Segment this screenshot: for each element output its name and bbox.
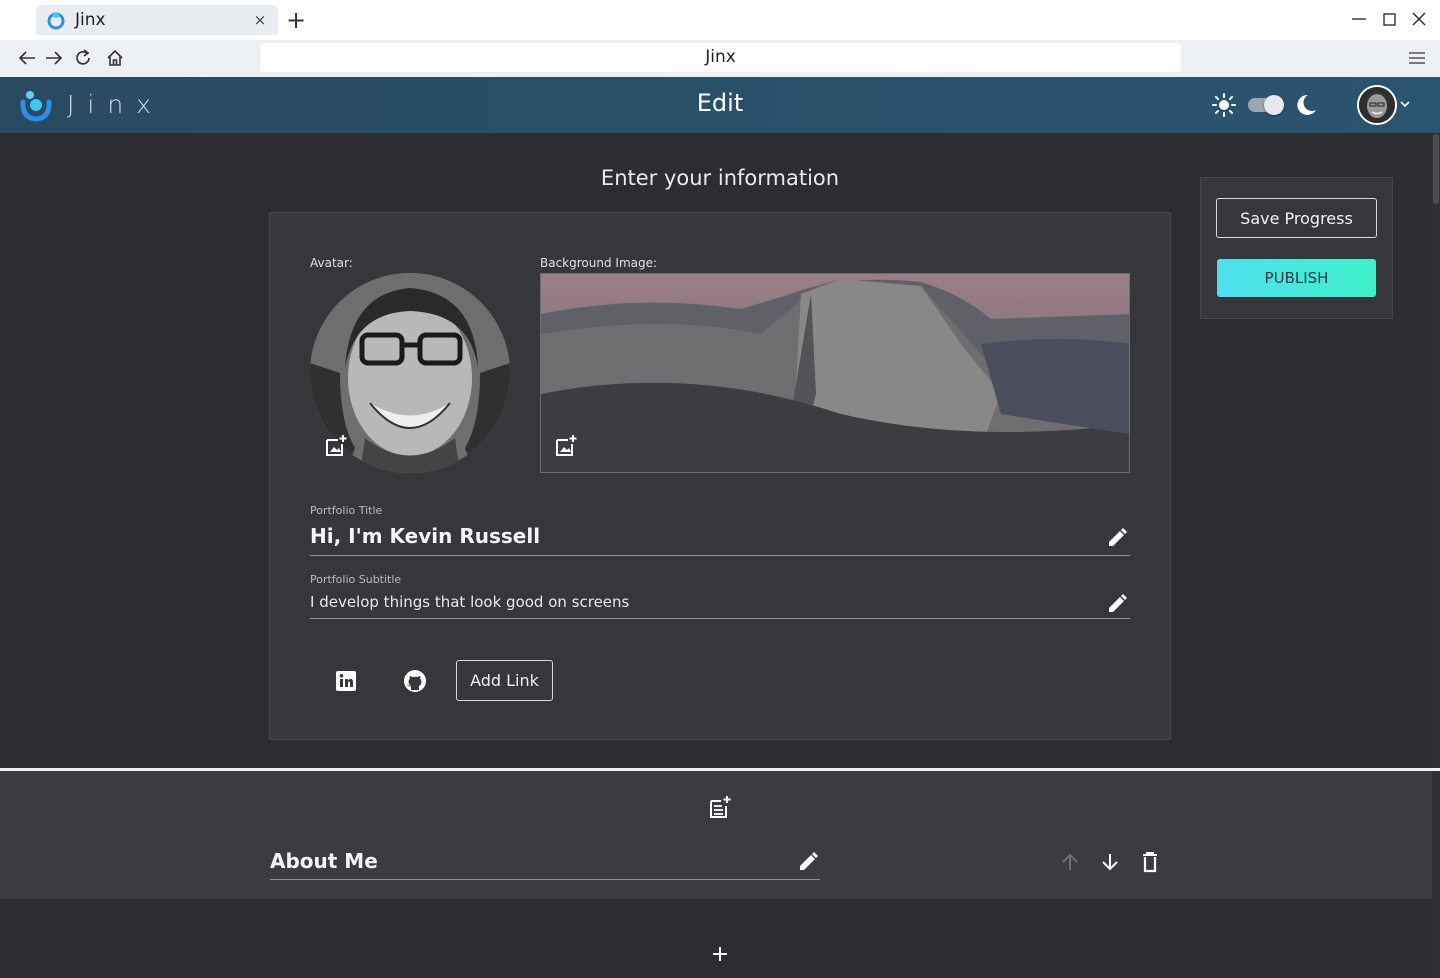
edit-section-pencil-icon[interactable] [797, 851, 819, 873]
section-title-about[interactable]: About Me [270, 849, 378, 873]
back-arrow-icon[interactable] [16, 47, 38, 69]
portfolio-title-label: Portfolio Title [310, 504, 383, 517]
user-avatar[interactable] [1357, 85, 1397, 125]
move-up-arrow-icon[interactable] [1058, 850, 1082, 874]
github-icon[interactable] [402, 668, 428, 694]
avatar-label: Avatar: [310, 256, 353, 270]
jinx-logo-icon[interactable] [18, 88, 54, 124]
toggle-knob [1264, 95, 1284, 115]
portfolio-title-input[interactable]: Hi, I'm Kevin Russell [310, 524, 540, 548]
browser-tab[interactable]: Jinx × [36, 5, 278, 35]
portfolio-subtitle-input[interactable]: I develop things that look good on scree… [310, 593, 629, 611]
publish-button[interactable]: PUBLISH [1217, 259, 1376, 297]
tab-close-icon[interactable]: × [252, 11, 268, 29]
add-note-icon[interactable] [708, 795, 732, 819]
delete-trash-icon[interactable] [1138, 850, 1162, 874]
tab-title: Jinx [75, 10, 106, 30]
background-image-label: Background Image: [540, 256, 658, 270]
add-background-icon[interactable] [554, 434, 578, 458]
new-tab-button[interactable]: + [284, 8, 308, 32]
minimize-icon[interactable] [1347, 8, 1371, 30]
edit-subtitle-pencil-icon[interactable] [1106, 593, 1128, 615]
info-heading: Enter your information [600, 166, 840, 190]
move-down-arrow-icon[interactable] [1098, 850, 1122, 874]
page-title: Edit [696, 89, 744, 117]
browser-menu-icon[interactable] [1406, 47, 1428, 69]
jinx-favicon-icon [47, 12, 65, 30]
url-field[interactable]: Jinx [260, 43, 1181, 72]
scrollbar-thumb[interactable] [1433, 134, 1439, 204]
portfolio-subtitle-label: Portfolio Subtitle [310, 573, 402, 586]
theme-toggle[interactable] [1248, 95, 1286, 115]
add-photo-icon[interactable] [324, 434, 348, 458]
close-window-icon[interactable] [1407, 8, 1431, 30]
home-icon[interactable] [104, 47, 126, 69]
title-underline [310, 555, 1130, 556]
logo-text[interactable]: Jinx [67, 90, 164, 119]
save-progress-button[interactable]: Save Progress [1216, 198, 1377, 238]
sun-icon[interactable] [1211, 92, 1237, 118]
about-underline [270, 879, 820, 880]
subtitle-underline [310, 618, 1130, 619]
linkedin-icon[interactable] [333, 668, 359, 694]
forward-arrow-icon[interactable] [43, 47, 65, 69]
edit-title-pencil-icon[interactable] [1106, 527, 1128, 549]
scrollbar-track[interactable] [1432, 133, 1440, 978]
maximize-icon[interactable] [1377, 8, 1401, 30]
add-link-button[interactable]: Add Link [456, 660, 553, 701]
chevron-down-icon[interactable] [1398, 97, 1412, 111]
reload-icon[interactable] [72, 47, 94, 69]
moon-icon[interactable] [1293, 92, 1319, 118]
background-image[interactable] [540, 273, 1130, 473]
add-section-plus-icon[interactable] [708, 942, 732, 966]
browser-tabbar: Jinx × + [0, 0, 1440, 40]
